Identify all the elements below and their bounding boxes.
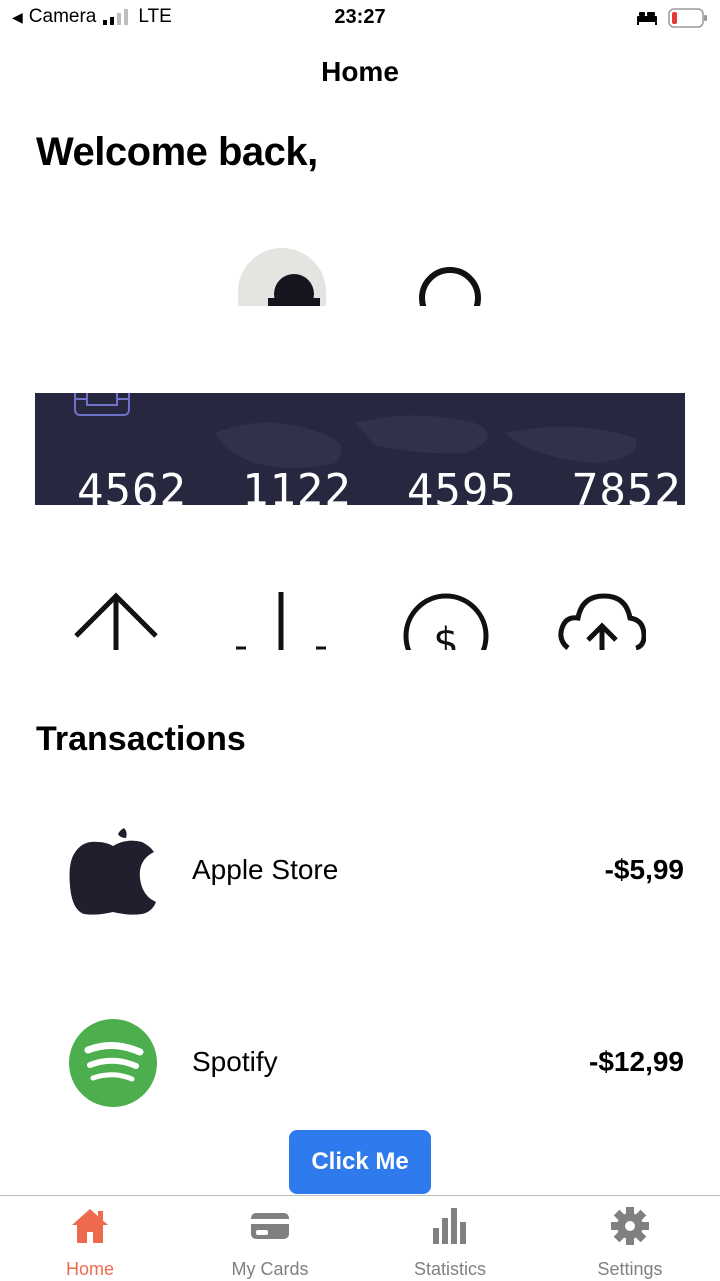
click-me-button[interactable]: Click Me bbox=[289, 1130, 431, 1194]
home-icon bbox=[72, 1209, 108, 1243]
page-title: Home bbox=[321, 56, 399, 87]
arrow-up-icon bbox=[74, 592, 158, 650]
status-time: 23:27 bbox=[334, 6, 386, 28]
bank-card[interactable]: 4562 1122 4595 7852 bbox=[35, 393, 685, 505]
transaction-row[interactable]: Spotify -$12,99 bbox=[0, 1018, 720, 1108]
avatar[interactable] bbox=[238, 248, 326, 306]
card-number: 4562 1122 4595 7852 bbox=[77, 465, 682, 505]
tab-home[interactable]: Home bbox=[0, 1196, 180, 1281]
tab-label: My Cards bbox=[231, 1259, 309, 1279]
transaction-amount: -$5,99 bbox=[604, 854, 684, 885]
apple-icon bbox=[69, 828, 156, 915]
upload-button[interactable] bbox=[556, 590, 646, 650]
spotify-icon bbox=[69, 1019, 157, 1107]
bar-chart-icon bbox=[433, 1208, 466, 1244]
tab-statistics[interactable]: Statistics bbox=[360, 1196, 540, 1281]
transactions-heading: Transactions bbox=[36, 720, 246, 758]
status-bar: ◀ Camera LTE 23:27 bbox=[0, 0, 720, 38]
tab-label: Settings bbox=[597, 1259, 663, 1279]
send-button[interactable] bbox=[72, 590, 162, 650]
tab-my-cards[interactable]: My Cards bbox=[180, 1196, 360, 1281]
card-chip-icon bbox=[74, 393, 130, 416]
welcome-heading: Welcome back, bbox=[36, 130, 318, 174]
tab-label: Home bbox=[65, 1259, 114, 1279]
transaction-name: Spotify bbox=[192, 1046, 278, 1077]
transaction-row[interactable]: Apple Store -$5,99 bbox=[0, 826, 720, 916]
transaction-name: Apple Store bbox=[192, 854, 339, 885]
receive-button[interactable] bbox=[236, 590, 326, 650]
cloud-upload-icon bbox=[558, 593, 646, 650]
transaction-amount: -$12,99 bbox=[589, 1046, 684, 1077]
profile-ring-icon[interactable] bbox=[412, 262, 488, 306]
tab-bar: Home My Cards Statistics Settings bbox=[0, 1195, 720, 1281]
arrow-down-icon bbox=[236, 592, 326, 650]
tab-label: Statistics bbox=[413, 1259, 487, 1279]
dollar-circle-icon: $ bbox=[403, 593, 489, 650]
card-icon bbox=[251, 1213, 289, 1239]
status-right bbox=[636, 8, 708, 28]
tab-settings[interactable]: Settings bbox=[540, 1196, 720, 1281]
gear-icon bbox=[611, 1207, 649, 1245]
svg-text:$: $ bbox=[433, 620, 458, 650]
bed-icon bbox=[637, 12, 657, 25]
payment-button[interactable]: $ bbox=[400, 590, 490, 650]
battery-icon bbox=[668, 8, 707, 28]
